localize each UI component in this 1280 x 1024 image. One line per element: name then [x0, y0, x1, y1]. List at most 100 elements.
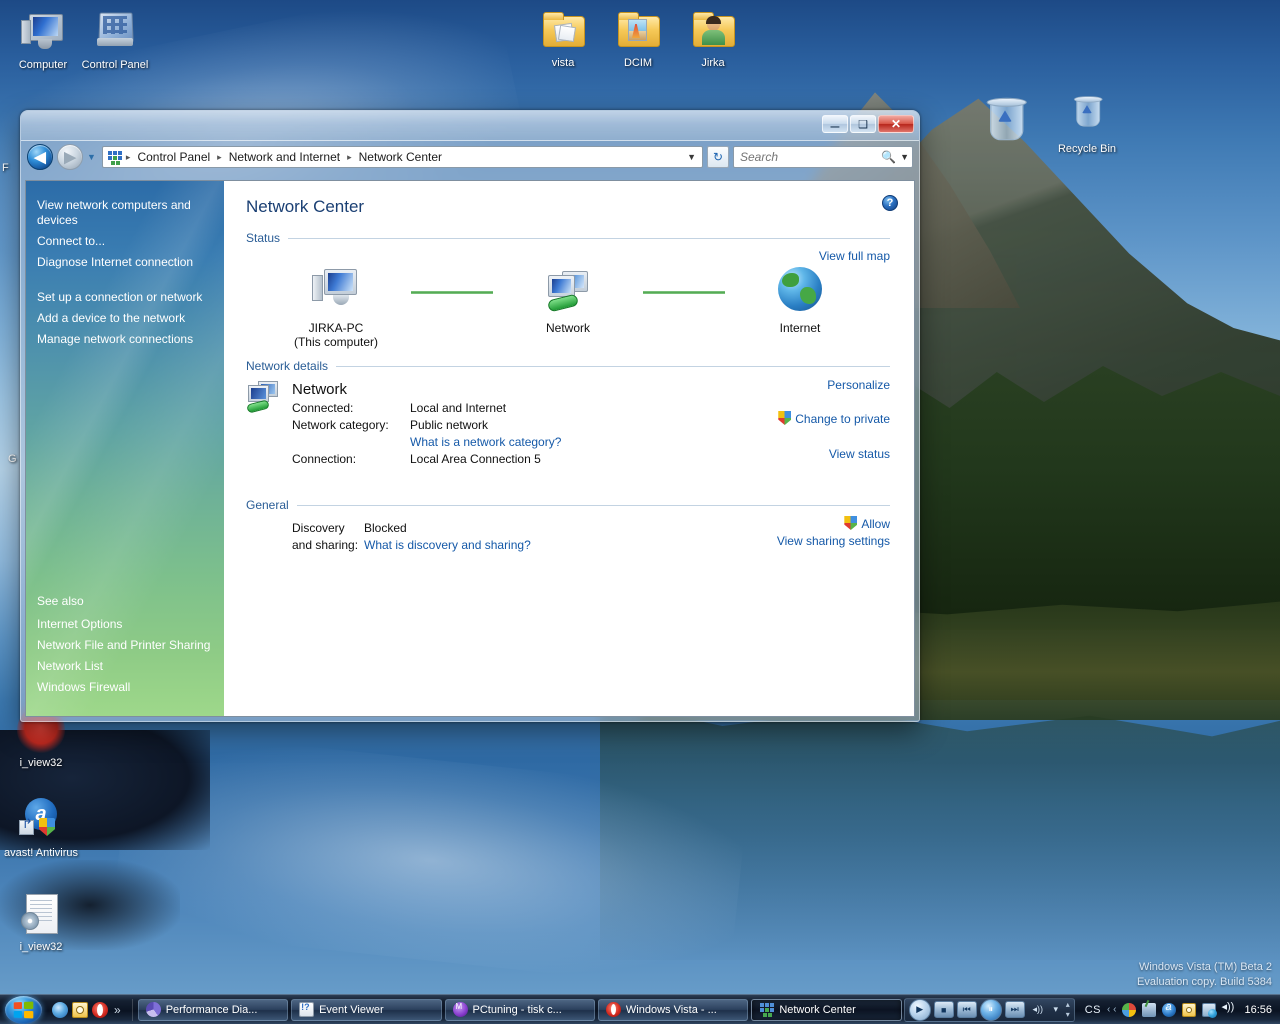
grip-up-icon: ▴	[1065, 1000, 1070, 1009]
sidebar-item-windows-firewall[interactable]: Windows Firewall	[26, 677, 224, 698]
minimize-button[interactable]: –	[822, 115, 848, 134]
taskbar-item-network-center[interactable]: Network Center	[751, 998, 902, 1021]
window-titlebar[interactable]: – ❑ ✕	[21, 111, 919, 141]
desktop-icon-recycle-bin[interactable]: Recycle Bin	[1050, 92, 1124, 156]
network-center-icon	[759, 1002, 775, 1017]
taskbar-divider	[131, 998, 133, 1021]
map-node-label: Network	[545, 321, 590, 335]
sidebar-item-network-file-printer-sharing[interactable]: Network File and Printer Sharing	[26, 635, 224, 656]
search-icon[interactable]: 🔍	[881, 150, 896, 164]
desktop-icon-recycle-bin-ghost[interactable]	[976, 92, 1034, 143]
volume-dropdown-icon[interactable]: ▾	[1051, 1001, 1061, 1018]
control-panel-icon	[91, 8, 139, 56]
taskbar-item-pctuning[interactable]: PCtuning - tisk c...	[444, 998, 595, 1021]
address-dropdown-icon[interactable]: ▼	[684, 152, 699, 162]
taskbar-item-performance-diagnostics[interactable]: Performance Dia...	[137, 998, 289, 1021]
clock-icon[interactable]	[1182, 1002, 1197, 1017]
volume-icon[interactable]: ◂))	[1028, 1001, 1048, 1018]
sidebar-item-internet-options[interactable]: Internet Options	[26, 614, 224, 635]
forward-arrow-icon: ▶	[64, 148, 76, 166]
taskbar-item-label: Event Viewer	[319, 1003, 384, 1016]
taskbar-item-event-viewer[interactable]: Event Viewer	[291, 998, 442, 1021]
desktop-icon-label: DCIM	[623, 57, 653, 69]
sidebar-item-connect-to[interactable]: Connect to...	[26, 231, 224, 252]
language-indicator[interactable]: CS	[1085, 1004, 1101, 1016]
security-center-icon[interactable]	[1122, 1002, 1137, 1017]
search-input[interactable]	[740, 150, 882, 164]
search-box[interactable]: 🔍 ▼	[733, 146, 913, 168]
close-button[interactable]: ✕	[878, 115, 914, 133]
desktop-icon-dcim[interactable]: DCIM	[601, 6, 675, 70]
map-node-internet[interactable]: Internet	[725, 265, 875, 335]
desktop-icon-vista[interactable]: vista	[526, 6, 600, 70]
evaluation-watermark: Windows Vista (TM) Beta 2 Evaluation cop…	[1137, 960, 1272, 990]
sidebar-item-add-device[interactable]: Add a device to the network	[26, 308, 224, 329]
section-rule	[296, 504, 890, 506]
map-link-1	[411, 265, 493, 317]
quick-launch-overflow-icon[interactable]: »	[112, 1003, 123, 1017]
start-button[interactable]	[0, 995, 46, 1024]
network-icon[interactable]	[1202, 1002, 1218, 1018]
taskbar-item-windows-vista-opera[interactable]: Windows Vista - ...	[597, 998, 749, 1021]
change-to-private-link[interactable]: Change to private	[795, 412, 890, 426]
wmp-logo-icon[interactable]: ▶	[908, 998, 931, 1021]
help-button[interactable]: ?	[882, 195, 898, 211]
stop-button[interactable]: ■	[933, 1001, 954, 1018]
desktop-icon-avast[interactable]: a avast! Antivirus	[4, 796, 78, 860]
network-details-body: Network Connected: Local and Internet Ne…	[246, 377, 890, 468]
view-sharing-settings-link[interactable]: View sharing settings	[777, 534, 890, 548]
next-track-button[interactable]: ⏭	[1004, 1001, 1025, 1018]
desktop-icon-control-panel[interactable]: Control Panel	[78, 8, 152, 72]
play-pause-button[interactable]: ⏸	[979, 998, 1002, 1021]
desktop-icon-computer[interactable]: Computer	[6, 8, 80, 72]
see-also-section: See also Internet Options Network File a…	[26, 591, 224, 698]
sidebar-item-manage-network-connections[interactable]: Manage network connections	[26, 329, 224, 350]
view-full-map-link[interactable]: View full map	[819, 249, 890, 263]
ie-icon[interactable]	[52, 1001, 68, 1018]
breadcrumb-control-panel[interactable]: Control Panel	[134, 149, 213, 165]
what-is-discovery-and-sharing-link[interactable]: What is discovery and sharing?	[364, 538, 531, 552]
clock-icon[interactable]	[72, 1001, 88, 1018]
personalize-link[interactable]: Personalize	[827, 378, 890, 392]
address-bar[interactable]: ▸ Control Panel ▸ Network and Internet ▸…	[101, 146, 703, 168]
forward-button[interactable]: ▶	[57, 144, 83, 170]
sidebar-item-diagnose-internet-connection[interactable]: Diagnose Internet connection	[26, 252, 224, 273]
map-node-network[interactable]: Network	[493, 265, 643, 335]
refresh-button[interactable]: ↻	[707, 146, 729, 168]
view-status-link[interactable]: View status	[829, 447, 890, 461]
detail-label: Network category:	[292, 418, 389, 432]
computer-icon	[19, 8, 67, 56]
page-title: Network Center	[246, 197, 365, 216]
folder-papers-icon	[539, 6, 587, 54]
sidebar: View network computers and devices Conne…	[26, 181, 224, 716]
allow-link[interactable]: Allow	[861, 517, 890, 531]
maximize-button[interactable]: ❑	[850, 115, 876, 133]
desktop-icon-label: Jirka	[701, 57, 725, 69]
history-dropdown-icon[interactable]: ▼	[87, 152, 96, 162]
navigation-bar: ◀ ▶ ▼ ▸ Control Panel ▸ Network and Inte…	[21, 141, 919, 173]
taskbar-item-label: PCtuning - tisk c...	[472, 1003, 562, 1016]
network-center-window[interactable]: – ❑ ✕ ◀ ▶ ▼ ▸ Control Panel ▸ Network an…	[20, 110, 920, 722]
opera-icon	[605, 1002, 621, 1017]
breadcrumb-network-center[interactable]: Network Center	[356, 149, 445, 165]
back-button[interactable]: ◀	[27, 144, 53, 170]
desktop-icon-occluded-f[interactable]: F	[2, 162, 9, 174]
media-player-grip[interactable]: ▴ ▾	[1066, 1000, 1070, 1019]
network-map-nodes: JIRKA-PC (This computer) Network Interne…	[246, 249, 890, 349]
breadcrumb-network-and-internet[interactable]: Network and Internet	[226, 149, 343, 165]
hardware-icon[interactable]	[1142, 1002, 1157, 1017]
sidebar-item-view-network-computers[interactable]: View network computers and devices	[26, 195, 224, 231]
previous-track-button[interactable]: ⏮	[956, 1001, 977, 1018]
desktop-icon-iview32-doc[interactable]: i_view32	[4, 890, 78, 954]
sidebar-item-network-list[interactable]: Network List	[26, 656, 224, 677]
desktop-icon-occluded-g[interactable]: G	[8, 453, 17, 465]
desktop[interactable]: Computer Control Panel vista DCIM Jirka …	[0, 0, 1280, 1024]
volume-icon[interactable]	[1221, 1000, 1236, 1017]
sidebar-item-set-up-connection[interactable]: Set up a connection or network	[26, 287, 224, 308]
opera-icon[interactable]	[92, 1001, 108, 1018]
desktop-icon-jirka[interactable]: Jirka	[676, 6, 750, 70]
avast-icon[interactable]	[1162, 1001, 1177, 1017]
taskbar-clock[interactable]: 16:56	[1242, 1004, 1272, 1016]
search-dropdown-icon[interactable]: ▼	[896, 152, 909, 162]
map-node-computer[interactable]: JIRKA-PC (This computer)	[261, 265, 411, 349]
